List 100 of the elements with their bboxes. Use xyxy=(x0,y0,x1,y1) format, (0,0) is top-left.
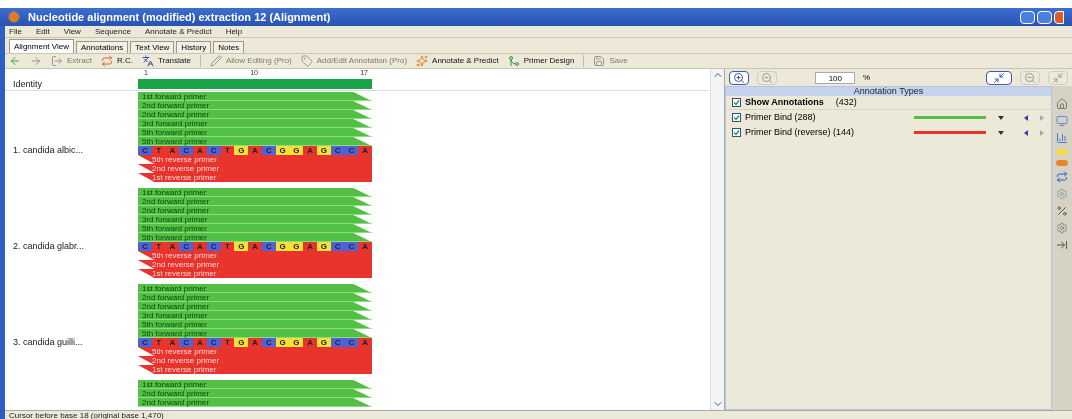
save-icon xyxy=(593,55,606,67)
toolbar-button[interactable]: Translate xyxy=(141,55,191,67)
menu-item[interactable]: File xyxy=(9,25,22,38)
menu-item[interactable]: Help xyxy=(225,25,243,38)
base: T xyxy=(220,146,235,155)
base: A xyxy=(248,338,262,347)
tab[interactable]: Text View xyxy=(130,41,175,53)
base: A xyxy=(248,146,262,155)
base: T xyxy=(220,242,235,251)
zoom-button[interactable] xyxy=(1020,70,1040,85)
base: A xyxy=(193,338,207,347)
zoom-icon xyxy=(1024,71,1036,84)
expand-button[interactable] xyxy=(1048,70,1068,85)
base: A xyxy=(358,146,372,155)
tool-icon xyxy=(100,55,113,67)
base: G xyxy=(275,338,290,347)
checkbox[interactable] xyxy=(732,98,741,107)
sequence-name[interactable]: 2. candida glabr... xyxy=(5,242,138,251)
dropdown-icon[interactable] xyxy=(998,115,1004,120)
base: A xyxy=(165,146,180,155)
checkbox[interactable] xyxy=(732,113,741,122)
status-bar: Cursor before base 18 (original base 1,470) xyxy=(5,410,1072,419)
tool-icon xyxy=(507,55,520,67)
gear-icon[interactable] xyxy=(1056,222,1068,234)
toolbar-button[interactable] xyxy=(9,55,21,67)
color-swatch[interactable] xyxy=(914,116,986,119)
previous-icon[interactable] xyxy=(1024,129,1028,136)
previous-icon[interactable] xyxy=(1024,114,1028,121)
monitor-icon[interactable] xyxy=(1056,115,1068,127)
zoom-spinner[interactable]: 100 xyxy=(815,71,855,84)
base: T xyxy=(220,338,235,347)
base: G xyxy=(234,146,249,155)
next-icon[interactable] xyxy=(1040,114,1044,121)
color-swatch[interactable] xyxy=(914,131,986,134)
zoom-out-icon xyxy=(761,71,773,84)
arrow-to-line-icon[interactable] xyxy=(1056,239,1068,251)
annotation-type-label: Primer Bind (reverse) (144) xyxy=(745,125,856,139)
sequence-name[interactable]: 3. candida guilli... xyxy=(5,338,138,347)
base: C xyxy=(138,242,152,251)
percent-icon[interactable] xyxy=(1056,205,1068,217)
close-button[interactable] xyxy=(1054,10,1064,24)
circular-icon[interactable] xyxy=(1056,171,1068,183)
base: C xyxy=(344,242,359,251)
base: A xyxy=(358,242,372,251)
base: A xyxy=(165,242,180,251)
tab[interactable]: Annotations xyxy=(76,41,129,53)
checkbox[interactable] xyxy=(732,128,741,137)
zoom-out-button[interactable] xyxy=(757,70,777,85)
base: C xyxy=(179,242,194,251)
base: G xyxy=(234,242,249,251)
tool-icon xyxy=(209,55,222,67)
base: G xyxy=(275,146,290,155)
scrollbar[interactable] xyxy=(710,69,724,410)
menu-item[interactable]: Edit xyxy=(35,25,50,38)
zoom-in-button[interactable] xyxy=(729,70,749,85)
annotation-count: (432) xyxy=(835,95,857,109)
base: C xyxy=(138,146,152,155)
base: G xyxy=(316,242,331,251)
base: C xyxy=(206,242,221,251)
predict-tab-icon[interactable] xyxy=(1056,160,1068,166)
base: G xyxy=(275,242,290,251)
next-icon[interactable] xyxy=(1040,129,1044,136)
home-icon[interactable] xyxy=(1056,98,1068,110)
base: C xyxy=(330,146,345,155)
minimize-button[interactable] xyxy=(1020,10,1035,24)
menu-item[interactable]: View xyxy=(63,25,81,38)
fit-button[interactable] xyxy=(986,70,1012,85)
window-title: Nucleotide alignment (modified) extraction 12 (Alignment) xyxy=(28,9,331,25)
base: C xyxy=(344,146,359,155)
base: C xyxy=(261,242,276,251)
dropdown-icon[interactable] xyxy=(998,130,1004,135)
base: G xyxy=(234,338,249,347)
base: A xyxy=(358,338,372,347)
menu-item[interactable]: Sequence xyxy=(94,25,131,38)
base: G xyxy=(289,242,304,251)
tab[interactable]: History xyxy=(176,41,212,53)
menu-item[interactable]: Annotate & Predict xyxy=(144,25,212,38)
bar-chart-icon[interactable] xyxy=(1056,132,1068,144)
tool-icon xyxy=(300,55,313,67)
tab[interactable]: Notes xyxy=(213,41,245,53)
maximize-button[interactable] xyxy=(1037,10,1052,24)
base: C xyxy=(206,338,221,347)
base: A xyxy=(193,242,207,251)
toolbar-button[interactable]: Annotate & Predict xyxy=(416,55,499,67)
base: C xyxy=(330,242,345,251)
settings-icon[interactable] xyxy=(1056,188,1068,200)
base: T xyxy=(151,338,166,347)
base: G xyxy=(289,338,304,347)
sequence-name[interactable]: 1. candida albic... xyxy=(5,146,138,155)
show-annotations-label: Show Annotations xyxy=(745,95,824,109)
tab[interactable]: Alignment View xyxy=(9,39,74,53)
base: C xyxy=(206,146,221,155)
base: A xyxy=(303,338,317,347)
tool-icon xyxy=(30,55,42,67)
toolbar-button[interactable]: R.C. xyxy=(100,55,133,67)
base: C xyxy=(261,338,276,347)
identity-label: Identity xyxy=(12,78,44,90)
toolbar-button[interactable]: Primer Design xyxy=(507,55,575,67)
fit-icon xyxy=(993,71,1005,84)
zoom-unit: % xyxy=(863,71,871,84)
